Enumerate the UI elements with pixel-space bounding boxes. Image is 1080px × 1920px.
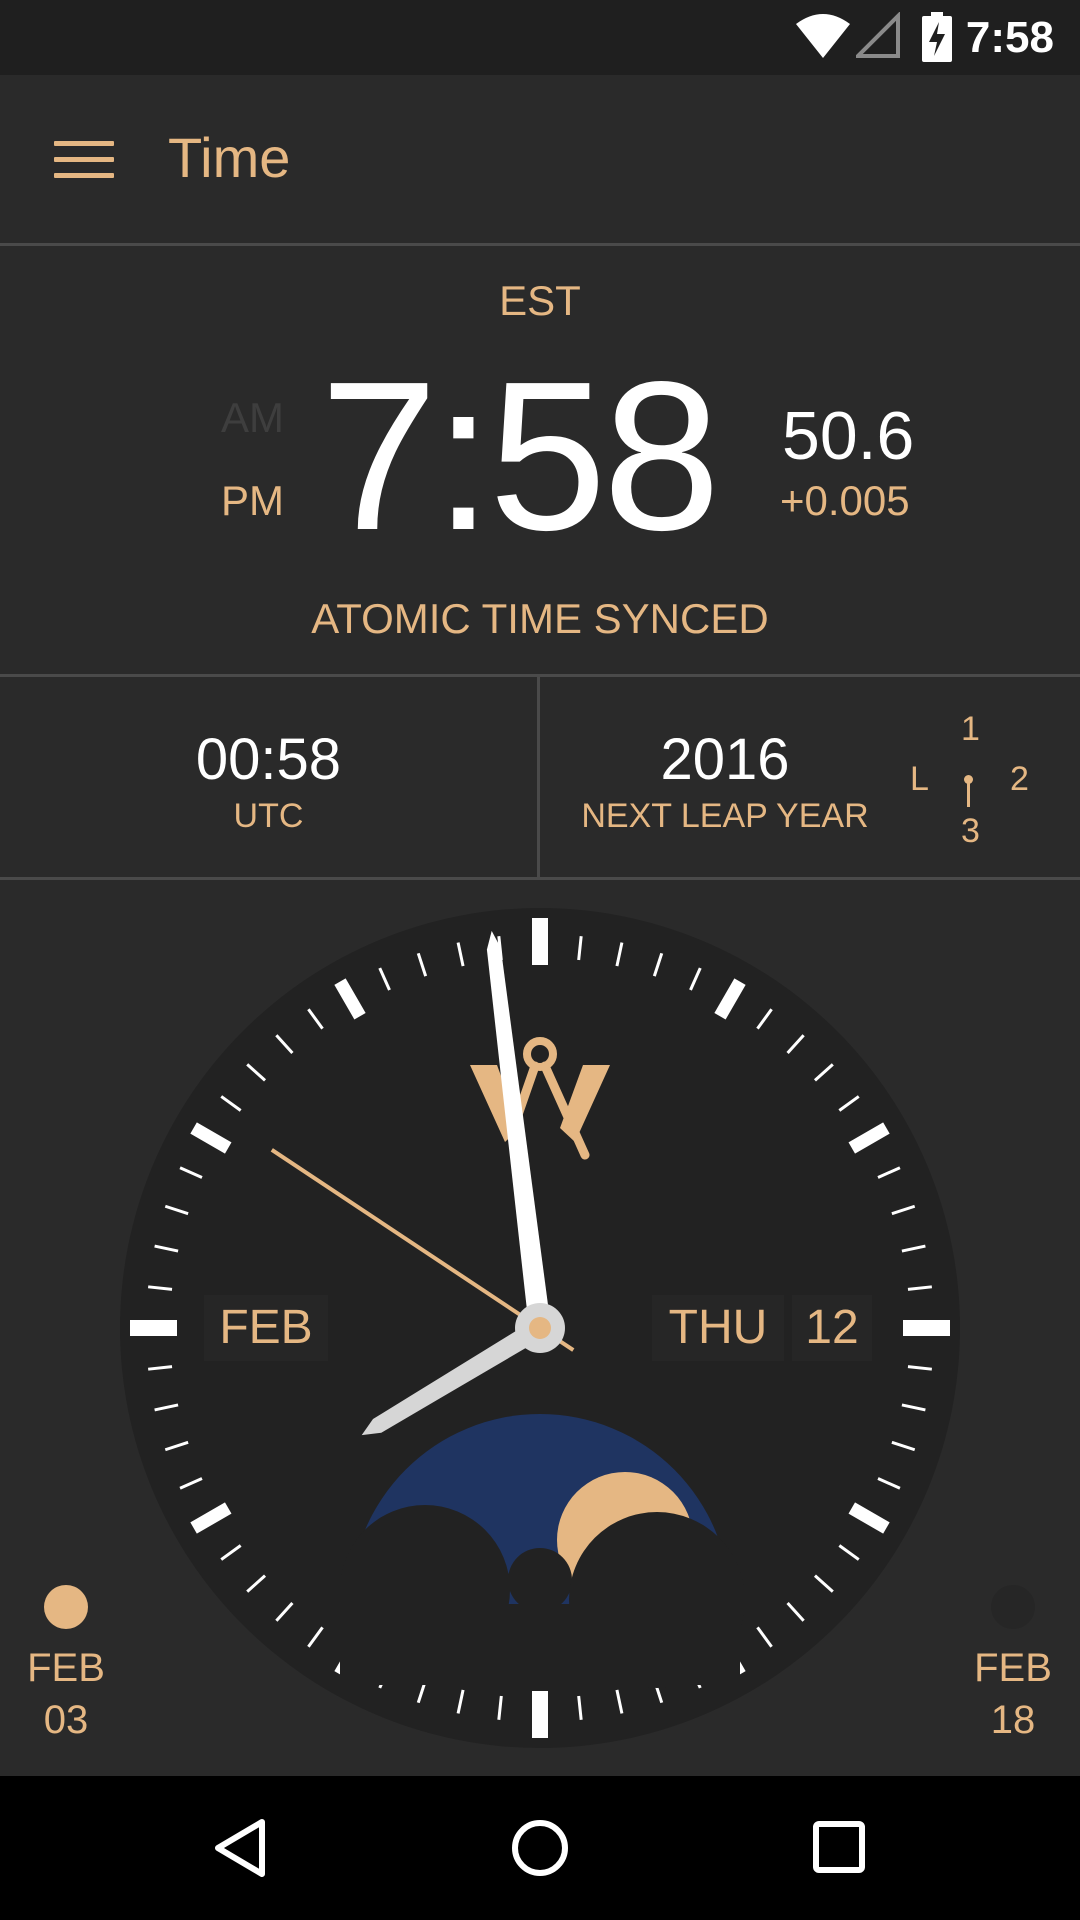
signal-icon (856, 12, 900, 58)
hamburger-menu-icon[interactable] (54, 141, 114, 181)
time-offset: +0.005 (780, 477, 910, 524)
leap-cycle-right: 2 (1010, 760, 1029, 798)
weekday-label: THU (669, 1301, 768, 1354)
leap-year-label: NEXT LEAP YEAR (581, 797, 869, 835)
leap-cycle-pointer-icon (964, 775, 973, 807)
recents-icon[interactable] (812, 1820, 868, 1876)
sync-status: ATOMIC TIME SYNCED (311, 595, 769, 642)
app-title: Time (168, 126, 291, 189)
day-label: 12 (805, 1301, 858, 1354)
app-bar: Time (0, 75, 1080, 246)
leap-cycle-bottom: 3 (961, 812, 980, 850)
full-moon-icon (44, 1585, 88, 1629)
home-icon[interactable] (510, 1818, 570, 1878)
hub-center (529, 1317, 551, 1339)
status-bar: 7:58 (0, 0, 1080, 75)
utc-label: UTC (233, 797, 304, 835)
full-moon-month: FEB (27, 1646, 105, 1690)
local-time: 7:58 (320, 337, 721, 574)
pm-label: PM (221, 477, 284, 524)
month-label: FEB (219, 1301, 312, 1354)
info-row: 00:58 UTC 2016 NEXT LEAP YEAR 1 2 3 L (0, 677, 1080, 880)
new-moon-icon (991, 1585, 1035, 1629)
local-time-panel: EST AM PM 7:58 50.6 +0.005 ATOMIC TIME S… (0, 246, 1080, 677)
wifi-icon (796, 14, 850, 58)
new-moon-day: 18 (990, 1698, 1036, 1742)
navigation-bar (0, 1776, 1080, 1920)
new-moon-month: FEB (974, 1646, 1052, 1690)
analog-clock: FEB THU 12 (120, 908, 960, 1748)
timezone-label: EST (499, 277, 581, 324)
leap-cycle-top: 1 (961, 710, 980, 748)
utc-time: 00:58 (195, 727, 342, 792)
full-moon-day: 03 (43, 1698, 89, 1742)
seconds-value: 50.6 (782, 398, 915, 474)
battery-charging-icon (922, 12, 952, 62)
status-time: 7:58 (965, 13, 1054, 62)
leap-year-value: 2016 (660, 727, 790, 792)
leap-cycle-left: L (910, 760, 929, 798)
back-icon[interactable] (210, 1816, 270, 1880)
am-label: AM (221, 394, 284, 441)
